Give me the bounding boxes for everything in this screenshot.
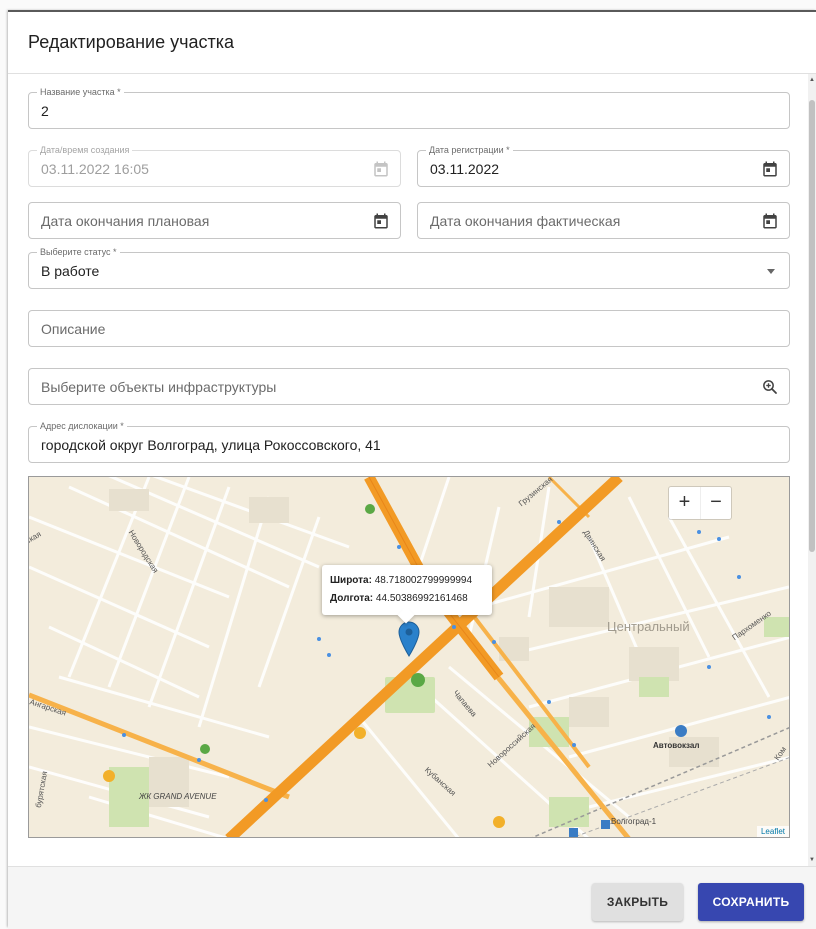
calendar-icon[interactable]	[372, 212, 390, 230]
latitude-value: 48.718002799999994	[374, 575, 473, 586]
actual-end-date-field[interactable]: Дата окончания фактическая	[417, 202, 790, 239]
calendar-icon	[374, 161, 388, 177]
address-value: городской округ Волгоград, улица Рокоссо…	[41, 437, 381, 453]
place-label: Автовокзал	[653, 741, 700, 750]
scrollbar-thumb[interactable]	[809, 100, 815, 552]
description-placeholder: Описание	[41, 321, 106, 337]
status-value: В работе	[41, 263, 100, 279]
dialog-title: Редактирование участка	[28, 32, 235, 52]
chevron-down-icon[interactable]	[767, 269, 775, 274]
location-map[interactable]: Грузинская Двинская Новородская ская Цен…	[28, 476, 790, 838]
calendar-icon[interactable]	[761, 212, 779, 230]
zoom-in-icon[interactable]	[761, 378, 779, 396]
planned-end-date-placeholder: Дата окончания плановая	[41, 213, 210, 229]
address-label: Адрес дислокации *	[37, 420, 127, 432]
map-zoom-control: + −	[669, 487, 731, 519]
close-button[interactable]: ЗАКРЫТЬ	[592, 883, 683, 921]
status-select[interactable]: Выберите статус * В работе	[28, 246, 790, 289]
place-label: ЖК GRAND AVENUE	[139, 792, 217, 801]
section-name-label: Название участка *	[37, 86, 124, 98]
content-scrollbar[interactable]: ▲ ▼	[808, 74, 816, 866]
created-datetime-field: Дата/время создания 03.11.2022 16:05	[28, 144, 401, 187]
registration-date-label: Дата регистрации *	[426, 144, 513, 156]
infrastructure-field[interactable]: Выберите объекты инфраструктуры	[28, 368, 790, 405]
longitude-value: 44.50386992161468	[375, 593, 468, 604]
description-field[interactable]: Описание	[28, 310, 790, 347]
place-label: Волгоград-1	[611, 817, 657, 826]
scroll-up-arrow-icon[interactable]: ▲	[808, 76, 816, 84]
created-datetime-label: Дата/время создания	[37, 144, 133, 156]
section-name-field[interactable]: Название участка * 2	[28, 86, 790, 129]
address-field[interactable]: Адрес дислокации * городской округ Волго…	[28, 420, 790, 463]
planned-end-date-field[interactable]: Дата окончания плановая	[28, 202, 401, 239]
latitude-row: Широта: 48.718002799999994	[330, 572, 484, 590]
district-label: Центральный	[607, 619, 690, 634]
map-attribution-link[interactable]: Leaflet	[756, 826, 789, 837]
map-marker-icon[interactable]	[398, 621, 420, 657]
edit-section-dialog: Редактирование участка Название участка …	[8, 10, 816, 929]
dialog-footer: ЗАКРЫТЬ СОХРАНИТЬ	[8, 866, 816, 929]
map-tiles	[29, 477, 789, 837]
save-button[interactable]: СОХРАНИТЬ	[698, 883, 804, 921]
longitude-label: Долгота:	[330, 593, 374, 604]
registration-date-field[interactable]: Дата регистрации * 03.11.2022	[417, 144, 790, 187]
zoom-out-button[interactable]: −	[700, 487, 731, 519]
longitude-row: Долгота: 44.50386992161468	[330, 590, 484, 608]
actual-end-date-placeholder: Дата окончания фактическая	[430, 213, 621, 229]
scroll-down-arrow-icon[interactable]: ▼	[808, 856, 816, 864]
registration-date-value: 03.11.2022	[430, 161, 500, 177]
infrastructure-placeholder: Выберите объекты инфраструктуры	[41, 379, 277, 395]
coordinates-popup: Широта: 48.718002799999994 Долгота: 44.5…	[322, 565, 492, 624]
calendar-icon[interactable]	[761, 160, 779, 178]
zoom-in-button[interactable]: +	[669, 487, 700, 519]
created-datetime-value: 03.11.2022 16:05	[41, 161, 149, 177]
section-name-value: 2	[41, 103, 49, 119]
latitude-label: Широта:	[330, 575, 372, 586]
status-label: Выберите статус *	[37, 246, 120, 258]
